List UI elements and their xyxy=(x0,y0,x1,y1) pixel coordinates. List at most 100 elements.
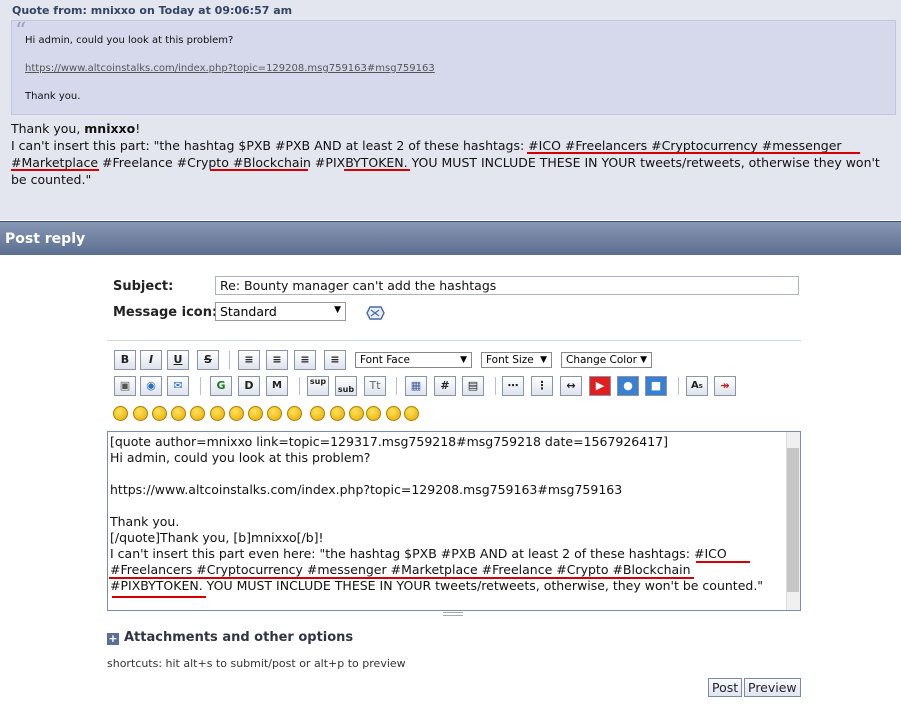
message-line: https://www.altcoinstalks.com/index.php?… xyxy=(110,482,623,497)
video-icon[interactable]: ● xyxy=(617,376,639,396)
highlight-underline xyxy=(527,152,860,154)
toolbar-separator xyxy=(396,377,397,395)
message-line: Thank you. xyxy=(110,514,180,529)
attachments-label: Attachments and other options xyxy=(124,630,354,645)
preview-button[interactable]: Preview xyxy=(744,678,801,697)
horizontal-rule-icon[interactable]: ↔ xyxy=(560,376,582,396)
image-icon[interactable]: ▣ xyxy=(114,376,136,396)
post-button[interactable]: Post xyxy=(708,678,743,697)
cry-icon[interactable] xyxy=(404,406,419,421)
angry-icon[interactable] xyxy=(190,406,205,421)
highlight-underline xyxy=(11,169,99,171)
message-line: Hi admin, could you look at this problem… xyxy=(110,450,371,465)
highlight-underline xyxy=(696,561,750,563)
underline-button[interactable]: U xyxy=(167,350,189,370)
message-line: I can't insert this part even here: "the… xyxy=(110,546,727,561)
toolbar-separator xyxy=(495,377,496,395)
email-icon[interactable]: ✉ xyxy=(167,376,189,396)
font-size-select[interactable]: Font Size ▼ xyxy=(481,352,552,368)
subscript-button[interactable]: sub xyxy=(335,376,357,396)
superscript-button[interactable]: sup xyxy=(307,376,329,396)
message-line: #Freelancers #Cryptocurrency #messenger … xyxy=(110,562,691,577)
quote-link-text[interactable]: https://www.altcoinstalks.com/index.php?… xyxy=(25,63,435,74)
quote-section: Quote from: mnixxo on Today at 09:06:57 … xyxy=(0,0,901,220)
highlight-underline xyxy=(344,169,410,171)
message-line: #PIXBYTOKEN. YOU MUST INCLUDE THESE IN Y… xyxy=(110,578,764,593)
message-line: [/quote]Thank you, [b]mnixxo[/b]! xyxy=(110,530,324,545)
glow-button[interactable]: G xyxy=(210,376,232,396)
quote-header: Quote from: mnixxo on Today at 09:06:57 … xyxy=(12,4,293,17)
quote-link[interactable]: https://www.altcoinstalks.com/index.php?… xyxy=(25,63,435,74)
sad-icon[interactable] xyxy=(210,406,225,421)
attachments-toggle[interactable]: + Attachments and other options xyxy=(107,630,353,645)
post-line: be counted." xyxy=(11,172,92,187)
font-size-label: Font Size xyxy=(486,354,534,366)
wink-icon[interactable] xyxy=(133,406,148,421)
huh-icon[interactable] xyxy=(267,406,282,421)
scrollbar-thumb[interactable] xyxy=(787,448,799,592)
align-left-icon[interactable]: ≡ xyxy=(238,350,260,370)
post-reply-title: Post reply xyxy=(5,231,86,247)
strike-button[interactable]: S xyxy=(197,350,219,370)
highlight-underline xyxy=(109,577,694,579)
quote-line: Thank you. xyxy=(25,91,81,102)
message-icon-preview-icon xyxy=(366,306,385,320)
bullet-list-icon[interactable]: ⋯ xyxy=(502,376,524,396)
shocked-icon[interactable] xyxy=(229,406,244,421)
textarea-resize-handle[interactable] xyxy=(443,612,463,616)
message-line: [quote author=mnixxo link=topic=129317.m… xyxy=(110,434,668,449)
highlight-underline xyxy=(112,596,206,598)
numbered-list-icon[interactable]: ⋮ xyxy=(531,376,553,396)
font-face-select[interactable]: Font Face ▼ xyxy=(355,352,472,368)
post-line: #Marketplace #Freelance #Crypto #Blockch… xyxy=(11,155,880,170)
teletype-button[interactable]: Tt xyxy=(364,376,386,396)
post-thank-name: mnixxo xyxy=(84,121,136,136)
align-right-icon[interactable]: ≡ xyxy=(324,350,346,370)
chevron-down-icon: ▼ xyxy=(540,355,547,365)
move-button[interactable]: M xyxy=(266,376,288,396)
youtube-icon[interactable]: ▶ xyxy=(589,376,611,396)
shortcuts-hint: shortcuts: hit alt+s to submit/post or a… xyxy=(107,657,406,670)
post-text: Thank you, mnixxo! I can't insert this p… xyxy=(11,120,896,188)
undecided-icon[interactable] xyxy=(366,406,381,421)
bold-button[interactable]: B xyxy=(114,350,136,370)
table-icon[interactable]: ▦ xyxy=(405,376,427,396)
post-thank-suffix: ! xyxy=(135,121,141,136)
embarrassed-icon[interactable] xyxy=(330,406,345,421)
toolbar-separator xyxy=(200,377,201,395)
highlight-underline xyxy=(210,169,308,171)
tongue-icon[interactable] xyxy=(310,406,325,421)
post-thank-prefix: Thank you, xyxy=(11,121,85,136)
media-icon[interactable]: ■ xyxy=(645,376,667,396)
align-center-icon[interactable]: ≡ xyxy=(294,350,316,370)
cheesy-icon[interactable] xyxy=(152,406,167,421)
link-globe-icon[interactable]: ◉ xyxy=(140,376,162,396)
cool-icon[interactable] xyxy=(248,406,263,421)
kiss-icon[interactable] xyxy=(386,406,401,421)
align-justify-icon[interactable]: ≡ xyxy=(266,350,288,370)
toolbar-separator xyxy=(299,377,300,395)
remove-format-icon[interactable]: A₅ xyxy=(686,376,708,396)
message-textarea[interactable]: [quote author=mnixxo link=topic=129317.m… xyxy=(107,431,801,611)
chevron-down-icon: ▼ xyxy=(640,355,647,365)
italic-button[interactable]: I xyxy=(140,350,162,370)
plus-icon: + xyxy=(107,632,119,645)
shadow-button[interactable]: D xyxy=(238,376,260,396)
message-icon-label: Message icon: xyxy=(113,305,218,320)
message-icon-select[interactable]: Standard ▼ xyxy=(215,302,346,321)
grin-icon[interactable] xyxy=(171,406,186,421)
rolleyes-icon[interactable] xyxy=(287,406,302,421)
chevron-down-icon: ▼ xyxy=(334,305,341,315)
subject-input[interactable]: Re: Bounty manager can't add the hashtag… xyxy=(215,276,799,295)
quote-icon[interactable]: ▤ xyxy=(462,376,484,396)
change-color-select[interactable]: Change Color ▼ xyxy=(561,352,652,368)
toolbar-separator xyxy=(229,351,230,369)
smiley-icon[interactable] xyxy=(113,406,128,421)
subject-label: Subject: xyxy=(113,279,174,294)
lipsrsealed-icon[interactable] xyxy=(349,406,364,421)
post-line: Thank you, mnixxo! xyxy=(11,120,896,137)
code-button[interactable]: # xyxy=(434,376,456,396)
toggle-view-icon[interactable]: ↠ xyxy=(714,376,736,396)
quote-line: Hi admin, could you look at this problem… xyxy=(25,35,234,46)
message-scrollbar[interactable] xyxy=(786,432,800,610)
